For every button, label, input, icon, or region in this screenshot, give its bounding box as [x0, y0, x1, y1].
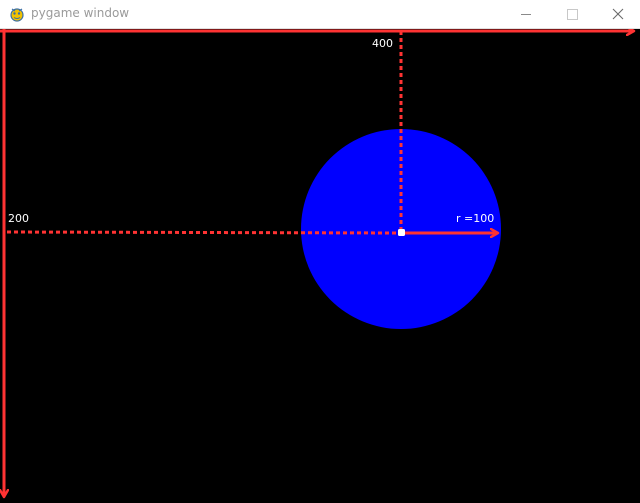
minimize-button[interactable] — [503, 0, 549, 29]
scene-svg — [0, 29, 640, 503]
window-title: pygame window — [31, 6, 130, 20]
y-guide-line — [6, 230, 398, 235]
pygame-window: pygame window 400 200 r =100 — [0, 0, 640, 503]
center-point — [398, 229, 405, 236]
maximize-button[interactable] — [549, 0, 595, 29]
maximize-icon — [567, 9, 578, 20]
close-button[interactable] — [595, 0, 640, 29]
close-icon — [612, 8, 624, 20]
pygame-icon — [8, 5, 26, 23]
minimize-icon — [521, 14, 531, 15]
radius-label: r =100 — [456, 212, 495, 225]
game-canvas[interactable]: 400 200 r =100 — [0, 29, 640, 503]
y-coordinate-label: 200 — [8, 212, 29, 225]
x-coordinate-label: 400 — [372, 37, 393, 50]
title-bar[interactable]: pygame window — [0, 0, 640, 29]
